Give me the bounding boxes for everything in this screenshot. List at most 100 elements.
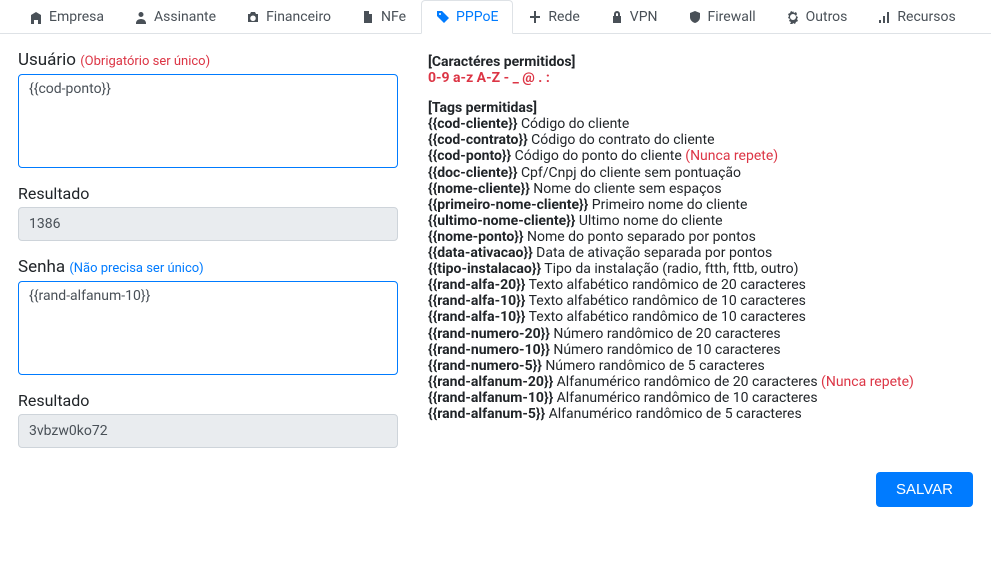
help-line-tag: {{doc-cliente}} — [428, 165, 517, 181]
usuario-hint: (Obrigatório ser único) — [80, 54, 210, 69]
help-line-tag: {{rand-alfa-10}} — [428, 309, 525, 325]
help-tags-title: [Tags permitidas] — [428, 100, 537, 116]
help-line: {{tipo-instalacao}} Tipo da instalação (… — [428, 261, 973, 277]
help-line-tag: {{rand-alfanum-10}} — [428, 390, 553, 406]
tab-label: Financeiro — [266, 9, 331, 25]
camera-icon — [246, 10, 260, 24]
help-line: {{doc-cliente}} Cpf/Cnpj do cliente sem … — [428, 165, 973, 181]
tab-label: VPN — [630, 9, 658, 25]
tab-label: Recursos — [897, 9, 955, 25]
gear-icon — [786, 10, 800, 24]
help-line-desc: Texto alfabético randômico de 10 caracte… — [525, 309, 806, 325]
help-line-desc: Número randômico de 20 caracteres — [550, 326, 781, 342]
help-line-note: (Nunca repete) — [821, 374, 914, 390]
file-icon — [361, 10, 375, 24]
tab-label: Rede — [548, 9, 579, 25]
senha-input[interactable] — [18, 281, 398, 375]
help-line-desc: Tipo da instalação (radio, ftth, fttb, o… — [541, 261, 798, 277]
senha-label-text: Senha — [18, 257, 65, 277]
help-line: {{rand-alfa-10}} Texto alfabético randôm… — [428, 309, 973, 325]
help-chars-allowed: 0-9 a-z A-Z - _ @ . : — [428, 70, 550, 86]
help-line-tag: {{rand-alfa-20}} — [428, 277, 525, 293]
tab-rede[interactable]: Rede — [513, 0, 594, 34]
help-line: {{rand-alfanum-10}} Alfanumérico randômi… — [428, 390, 973, 406]
user-icon — [134, 10, 148, 24]
usuario-result-value: 1386 — [18, 207, 398, 241]
help-line-tag: {{nome-ponto}} — [428, 229, 524, 245]
senha-hint: (Não precisa ser único) — [69, 261, 203, 276]
help-line: {{data-ativacao}} Data de ativação separ… — [428, 245, 973, 261]
tab-financeiro[interactable]: Financeiro — [231, 0, 346, 34]
usuario-input[interactable] — [18, 74, 398, 168]
help-line: {{cod-contrato}} Código do contrato do c… — [428, 132, 973, 148]
help-line: {{rand-numero-20}} Número randômico de 2… — [428, 326, 973, 342]
help-line: {{rand-alfanum-20}} Alfanumérico randômi… — [428, 374, 973, 390]
tab-label: Firewall — [708, 9, 756, 25]
tab-label: Outros — [806, 9, 848, 25]
help-line: {{primeiro-nome-cliente}} Primeiro nome … — [428, 197, 973, 213]
help-line-desc: Código do ponto do cliente — [511, 148, 685, 164]
help-chars-title: [Caractéres permitidos] — [428, 54, 575, 70]
help-line-desc: Data de ativação separada por pontos — [533, 245, 773, 261]
help-line-desc: Texto alfabético randômico de 10 caracte… — [525, 293, 806, 309]
help-line-desc: Texto alfabético randômico de 20 caracte… — [525, 277, 806, 293]
network-icon — [528, 10, 542, 24]
save-button[interactable]: SALVAR — [876, 472, 973, 507]
tab-outros[interactable]: Outros — [771, 0, 863, 34]
tab-pppoe[interactable]: PPPoE — [421, 0, 513, 34]
help-line-tag: {{rand-alfanum-20}} — [428, 374, 553, 390]
help-line-tag: {{rand-numero-5}} — [428, 358, 542, 374]
help-line: {{nome-ponto}} Nome do ponto separado po… — [428, 229, 973, 245]
help-line: {{ultimo-nome-cliente}} Ultimo nome do c… — [428, 213, 973, 229]
bars-icon — [877, 10, 891, 24]
help-line: {{rand-numero-5}} Número randômico de 5 … — [428, 358, 973, 374]
help-line: {{nome-cliente}} Nome do cliente sem esp… — [428, 181, 973, 197]
help-line-desc: Código do contrato do cliente — [528, 132, 715, 148]
help-line-tag: {{rand-numero-20}} — [428, 326, 550, 342]
tab-label: PPPoE — [456, 9, 498, 25]
help-line-desc: Alfanumérico randômico de 5 caracteres — [545, 406, 802, 422]
help-line-desc: Alfanumérico randômico de 10 caracteres — [553, 390, 817, 406]
tab-firewall[interactable]: Firewall — [673, 0, 771, 34]
help-line-desc: Ultimo nome do cliente — [575, 213, 722, 229]
tab-empresa[interactable]: Empresa — [14, 0, 119, 34]
help-line: {{rand-numero-10}} Número randômico de 1… — [428, 342, 973, 358]
help-line-tag: {{ultimo-nome-cliente}} — [428, 213, 575, 229]
help-line: {{cod-ponto}} Código do ponto do cliente… — [428, 148, 973, 164]
help-line-desc: Primeiro nome do cliente — [588, 197, 747, 213]
tab-nfe[interactable]: NFe — [346, 0, 421, 34]
shield-icon — [688, 10, 702, 24]
help-line-note: (Nunca repete) — [685, 148, 778, 164]
help-line-tag: {{tipo-instalacao}} — [428, 261, 541, 277]
building-icon — [29, 10, 43, 24]
tab-label: Assinante — [154, 9, 216, 25]
usuario-label-text: Usuário — [18, 50, 76, 70]
help-line-tag: {{rand-numero-10}} — [428, 342, 550, 358]
help-line-desc: Alfanumérico randômico de 20 caracteres — [553, 374, 821, 390]
usuario-label: Usuário (Obrigatório ser único) — [18, 50, 398, 70]
tab-recursos[interactable]: Recursos — [862, 0, 970, 34]
help-line-tag: {{primeiro-nome-cliente}} — [428, 197, 588, 213]
help-line-desc: Cpf/Cnpj do cliente sem pontuação — [517, 165, 741, 181]
senha-result-value: 3vbzw0ko72 — [18, 414, 398, 448]
help-line-desc: Número randômico de 10 caracteres — [550, 342, 781, 358]
usuario-result-label: Resultado — [18, 184, 398, 203]
help-line-desc: Número randômico de 5 caracteres — [542, 358, 765, 374]
help-line-desc: Código do cliente — [517, 116, 629, 132]
help-line: {{rand-alfa-20}} Texto alfabético randôm… — [428, 277, 973, 293]
senha-label: Senha (Não precisa ser único) — [18, 257, 398, 277]
help-line-tag: {{rand-alfa-10}} — [428, 293, 525, 309]
tab-bar: Empresa Assinante Financeiro NFe PPPoE Rede VP… — [0, 0, 991, 34]
help-line-desc: Nome do ponto separado por pontos — [524, 229, 756, 245]
tag-icon — [436, 10, 450, 24]
senha-result-label: Resultado — [18, 391, 398, 410]
lock-icon — [610, 10, 624, 24]
help-line-tag: {{cod-contrato}} — [428, 132, 528, 148]
tab-vpn[interactable]: VPN — [595, 0, 673, 34]
help-line: {{rand-alfa-10}} Texto alfabético randôm… — [428, 293, 973, 309]
help-line-tag: {{rand-alfanum-5}} — [428, 406, 545, 422]
tab-assinante[interactable]: Assinante — [119, 0, 231, 34]
tab-label: NFe — [381, 9, 406, 25]
help-line-tag: {{cod-ponto}} — [428, 148, 511, 164]
help-line-tag: {{data-ativacao}} — [428, 245, 533, 261]
